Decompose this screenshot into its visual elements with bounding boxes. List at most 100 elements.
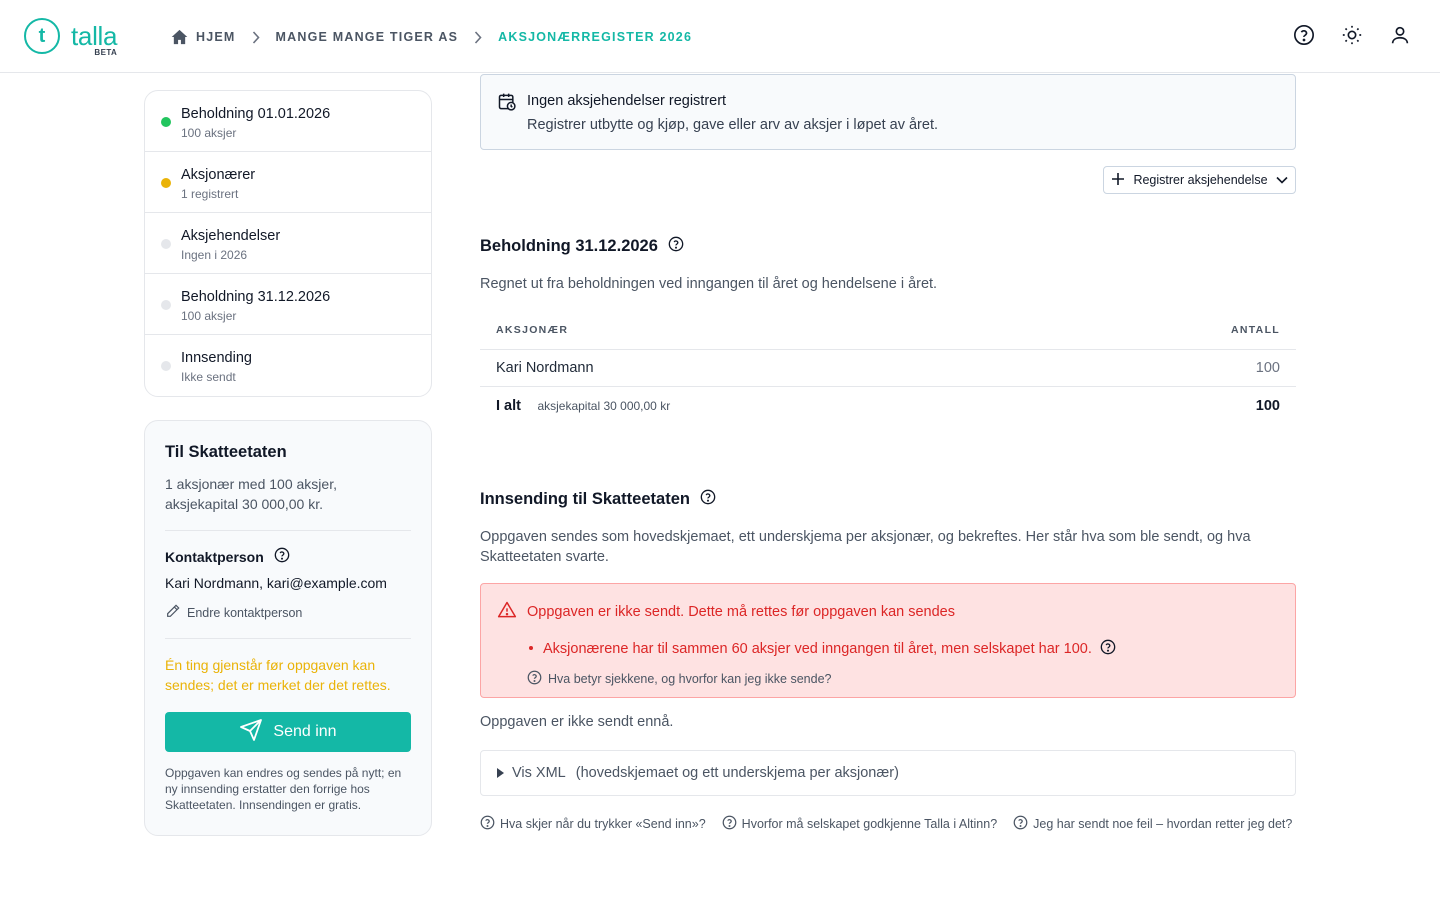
faq-link-fix-error[interactable]: Jeg har sendt noe feil – hvordan retter … — [1013, 815, 1292, 833]
step-title: Aksjonærer — [181, 167, 256, 183]
step-submission[interactable]: Innsending Ikke sendt — [145, 335, 431, 396]
header-actions — [1292, 24, 1412, 48]
contact-person-label: Kontaktperson — [165, 547, 411, 566]
beta-badge: BETA — [94, 48, 118, 57]
chevron-down-icon — [1275, 173, 1288, 187]
column-header-count: ANTALL — [1230, 323, 1280, 336]
edit-contact-link[interactable]: Endre kontaktperson — [165, 603, 411, 622]
breadcrumb-home[interactable]: HJEM — [171, 29, 236, 45]
send-in-label: Send inn — [273, 723, 337, 740]
status-dot — [161, 300, 171, 310]
step-subtitle: 100 aksjer — [181, 309, 237, 323]
holding-section-title: Beholdning 31.12.2026 — [480, 236, 684, 257]
show-xml-label: Vis XML — [512, 765, 566, 781]
show-xml-toggle[interactable]: Vis XML (hovedskjemaet og ett underskjem… — [480, 750, 1296, 796]
total-count: 100 — [1255, 397, 1280, 414]
help-circle-icon — [480, 815, 495, 833]
help-circle-icon[interactable] — [274, 547, 290, 566]
status-dot — [161, 361, 171, 371]
faq-link-altinn[interactable]: Hvorfor må selskapet godkjenne Talla i A… — [722, 815, 997, 833]
help-circle-icon — [1013, 815, 1028, 833]
error-title-row: Oppgaven er ikke sendt. Dette må rettes … — [497, 600, 1279, 624]
status-dot — [161, 239, 171, 249]
notice-text: Registrer utbytte og kjøp, gave eller ar… — [527, 117, 939, 133]
help-circle-icon[interactable] — [700, 489, 716, 510]
faq-link-send[interactable]: Hva skjer når du trykker «Send inn»? — [480, 815, 706, 833]
logo-wordmark: talla BETA — [71, 23, 118, 57]
panel-title: Til Skatteetaten — [165, 443, 287, 461]
share-count: 100 — [1255, 360, 1280, 376]
total-label: I alt — [496, 397, 521, 414]
step-title: Beholdning 01.01.2026 — [181, 106, 331, 122]
faq-label: Jeg har sendt noe feil – hvordan retter … — [1033, 817, 1293, 831]
chevron-right-icon — [252, 30, 260, 44]
submission-error-alert: Oppgaven er ikke sendt. Dette må rettes … — [480, 583, 1296, 698]
remaining-warning: Én ting gjenstår før oppgaven kan sendes… — [165, 657, 391, 693]
no-events-notice: Ingen aksjehendelser registrert Registre… — [480, 74, 1296, 150]
edit-contact-label: Endre kontaktperson — [187, 605, 303, 620]
progress-steps: Beholdning 01.01.2026 100 aksjer Aksjonæ… — [144, 90, 432, 397]
checks-help-link[interactable]: Hva betyr sjekkene, og hvorfor kan jeg i… — [527, 670, 1279, 688]
help-circle-icon[interactable] — [1100, 639, 1116, 659]
step-shareholders[interactable]: Aksjonærer 1 registrert — [145, 152, 431, 213]
status-dot — [161, 178, 171, 188]
theme-toggle-button[interactable] — [1340, 24, 1364, 48]
error-item: Aksjonærene har til sammen 60 aksjer ved… — [529, 639, 1279, 659]
breadcrumb-company[interactable]: MANGE MANGE TIGER AS — [276, 30, 459, 44]
error-item-text: Aksjonærene har til sammen 60 aksjer ved… — [543, 641, 1092, 657]
tax-authority-panel: Til Skatteetaten 1 aksjonær med 100 aksj… — [144, 420, 432, 836]
help-circle-icon — [527, 670, 542, 688]
step-subtitle: Ikke sendt — [181, 370, 236, 384]
sun-icon — [1341, 24, 1363, 49]
faq-label: Hva skjer når du trykker «Send inn»? — [500, 817, 706, 831]
table-header: AKSJONÆR ANTALL — [480, 310, 1296, 350]
logo-mark: t — [24, 18, 60, 54]
divider — [165, 638, 411, 639]
step-title: Aksjehendelser — [181, 228, 281, 244]
submission-title: Innsending til Skatteetaten — [480, 490, 690, 508]
pencil-icon — [165, 603, 181, 622]
talla-logo[interactable]: t talla BETA — [24, 18, 118, 57]
help-circle-icon[interactable] — [668, 236, 684, 257]
help-circle-icon — [1293, 24, 1315, 49]
faq-label: Hvorfor må selskapet godkjenne Talla i A… — [741, 817, 998, 831]
step-subtitle: 1 registrert — [181, 187, 239, 201]
step-holding-start[interactable]: Beholdning 01.01.2026 100 aksjer — [145, 91, 431, 152]
step-title: Beholdning 31.12.2026 — [181, 289, 331, 305]
submission-section-title: Innsending til Skatteetaten — [480, 489, 716, 510]
table-row: Kari Nordmann 100 — [480, 350, 1296, 387]
send-note: Oppgaven kan endres og sendes på nytt; e… — [165, 766, 402, 812]
show-xml-hint: (hovedskjemaet og ett underskjema per ak… — [575, 765, 899, 781]
help-button[interactable] — [1292, 24, 1316, 48]
disclosure-triangle-icon — [497, 768, 504, 778]
warning-triangle-icon — [497, 600, 517, 624]
step-subtitle: Ingen i 2026 — [181, 248, 248, 262]
submission-description: Oppgaven sendes som hovedskjemaet, ett u… — [480, 529, 1251, 565]
panel-summary: 1 aksjonær med 100 aksjer, aksjekapital … — [165, 476, 337, 512]
table-total-row: I alt aksjekapital 30 000,00 kr 100 — [480, 387, 1296, 424]
status-dot — [161, 117, 171, 127]
checks-help-label: Hva betyr sjekkene, og hvorfor kan jeg i… — [548, 672, 832, 686]
breadcrumb-current: AKSJONÆRREGISTER 2026 — [498, 30, 693, 44]
home-icon — [171, 29, 188, 45]
step-share-events[interactable]: Aksjehendelser Ingen i 2026 — [145, 213, 431, 274]
step-holding-end[interactable]: Beholdning 31.12.2026 100 aksjer — [145, 274, 431, 335]
help-circle-icon — [722, 815, 737, 833]
breadcrumb: HJEM MANGE MANGE TIGER AS AKSJONÆRREGIST… — [171, 27, 692, 47]
shareholder-name: Kari Nordmann — [496, 360, 594, 376]
user-icon — [1389, 24, 1411, 49]
contact-person-heading: Kontaktperson — [165, 548, 264, 565]
top-bar: t talla BETA HJEM MANGE MANGE TIGER AS A… — [0, 0, 1440, 73]
total-capital: aksjekapital 30 000,00 kr — [537, 398, 671, 413]
notice-title: Ingen aksjehendelser registrert — [527, 93, 727, 109]
send-in-button[interactable]: Send inn — [165, 712, 411, 752]
column-header-shareholder: AKSJONÆR — [496, 323, 569, 336]
chevron-right-icon — [474, 30, 482, 44]
holding-description: Regnet ut fra beholdningen ved inngangen… — [480, 276, 938, 292]
register-share-event-button[interactable]: Registrer aksjehendelse — [1103, 166, 1296, 194]
divider — [165, 530, 411, 531]
holding-table: AKSJONÆR ANTALL Kari Nordmann 100 I alt … — [480, 310, 1296, 424]
error-title: Oppgaven er ikke sendt. Dette må rettes … — [527, 604, 955, 620]
plus-icon — [1111, 172, 1125, 189]
user-menu-button[interactable] — [1388, 24, 1412, 48]
